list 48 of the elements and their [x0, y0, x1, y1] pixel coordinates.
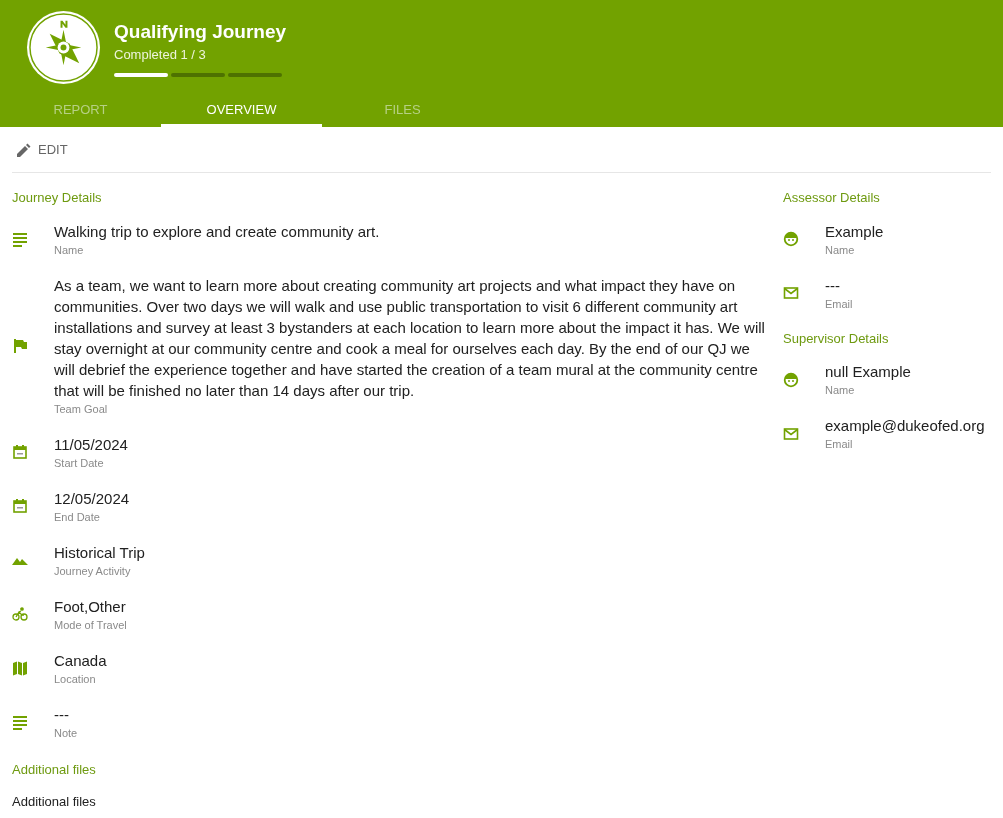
- field-label: Note: [54, 725, 78, 741]
- face-icon: [783, 371, 799, 388]
- pencil-icon: [17, 142, 31, 157]
- field-value: ---: [54, 704, 70, 725]
- mail-icon: [783, 425, 799, 442]
- calendar-icon: [12, 444, 28, 460]
- field-value: As a team, we want to learn more about creating community art projects and what impact they have on communities. Over two days we will walk and use public transportation to visit 6 different community art installations and survey at least 3 bystanders at each location to learn more about the impact it has. We will stay overnight at our community centre and cook a meal for ourselves each day. By the end of our QJ we will debrief the experience together and have started the creation of a team mural at the community centre that will be finished no later than 14 days after our trip.: [54, 275, 766, 401]
- field-label: End Date: [54, 509, 101, 525]
- field-value: Canada: [54, 650, 107, 671]
- field-value: 12/05/2024: [54, 488, 130, 509]
- bicycle-icon: [12, 606, 28, 622]
- section-heading: Supervisor Details: [783, 329, 890, 348]
- field-label: Journey Activity: [54, 563, 132, 579]
- field-value: ---: [825, 275, 841, 296]
- text-lines-icon: [12, 231, 28, 247]
- field-label: Start Date: [54, 455, 105, 471]
- section-heading: Journey Details: [12, 189, 103, 207]
- calendar-icon: [12, 498, 28, 514]
- section-heading: Additional files: [12, 760, 97, 779]
- field-value: 11/05/2024: [54, 434, 128, 455]
- page-subtitle: Completed 1 / 3: [114, 45, 207, 64]
- text-lines-icon: [12, 714, 28, 730]
- face-icon: [783, 231, 799, 247]
- field-value: example@dukeofed.org: [825, 416, 985, 436]
- field-label: Email: [825, 296, 853, 312]
- page-title: Qualifying Journey: [114, 19, 287, 44]
- field-label: Name: [825, 242, 856, 258]
- field-value: Historical Trip: [54, 542, 145, 563]
- field-value: Walking trip to explore and create community art.: [54, 221, 380, 242]
- tab[interactable]: REPORT: [0, 95, 161, 127]
- field-label: Location: [54, 671, 97, 687]
- flag-icon: [12, 337, 28, 354]
- field-value: Foot,Other: [54, 596, 127, 617]
- field-label: Mode of Travel: [54, 617, 127, 633]
- field-label: Name: [825, 383, 856, 398]
- edit-button[interactable]: EDIT: [12, 139, 73, 160]
- field-value: null Example: [825, 362, 911, 382]
- mail-icon: [783, 285, 799, 301]
- tab[interactable]: OVERVIEW: [161, 95, 322, 127]
- additional-files-text: Additional files: [12, 793, 97, 811]
- compass-logo-icon: [26, 10, 101, 85]
- map-icon: [12, 660, 28, 676]
- tab[interactable]: FILES: [322, 95, 483, 127]
- field-label: Email: [825, 437, 854, 452]
- section-heading: Assessor Details: [783, 189, 881, 207]
- field-value: Example: [825, 221, 884, 242]
- field-label: Team Goal: [54, 401, 109, 417]
- field-label: Name: [54, 242, 85, 258]
